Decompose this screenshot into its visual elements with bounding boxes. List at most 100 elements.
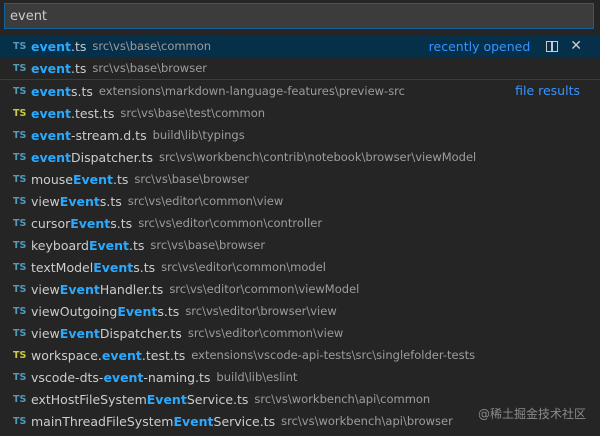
result-row[interactable]: TS event.ts src\vs\base\common recently ope… [0, 35, 600, 57]
result-row[interactable]: TS viewEventHandler.ts src\vs\editor\commo… [0, 278, 600, 300]
typescript-file-icon: TS [13, 217, 27, 229]
filename-match-highlight: event [101, 347, 142, 363]
result-path: src\vs\base\browser [92, 61, 208, 75]
filename-part: Service.ts [186, 391, 249, 407]
filename-match-highlight: Event [117, 303, 158, 319]
filename-match-highlight: Event [93, 259, 134, 275]
filename-part: .test.ts [141, 347, 186, 363]
filename-part: s.ts [133, 259, 156, 275]
filename-part: extHostFileSystem [31, 391, 147, 407]
result-path: src\vs\editor\browser\view [185, 304, 337, 318]
result-filename: viewEventHandler.ts [31, 282, 163, 297]
typescript-file-icon: TS [13, 327, 27, 339]
result-row[interactable]: TS keyboardEvent.ts src\vs\base\browser [0, 234, 600, 256]
filename-match-highlight: Event [59, 193, 100, 209]
typescript-file-icon: TS [13, 261, 27, 273]
filename-part: Handler.ts [99, 281, 164, 297]
typescript-file-icon: TS [13, 415, 27, 427]
recently-opened-label: recently opened [428, 38, 531, 54]
filename-part: s.ts [110, 215, 133, 231]
typescript-file-icon: TS [13, 62, 27, 74]
result-path: src\vs\editor\common\view [127, 194, 284, 208]
filename-part: viewOutgoing [31, 303, 118, 319]
search-input-box[interactable] [4, 3, 594, 29]
result-filename: keyboardEvent.ts [31, 238, 144, 253]
filename-match-highlight: event [103, 369, 144, 385]
result-path: extensions\markdown-language-features\pr… [98, 84, 405, 98]
result-path: src\vs\editor\common\model [161, 260, 326, 274]
result-filename: mainThreadFileSystemEventService.ts [31, 414, 275, 429]
result-row[interactable]: TS viewOutgoingEvents.ts src\vs\editor\bro… [0, 300, 600, 322]
filename-match-highlight: event [31, 83, 71, 99]
result-row[interactable]: TS cursorEvents.ts src\vs\editor\common\co… [0, 212, 600, 234]
result-path: src\vs\workbench\contrib\notebook\browse… [158, 150, 477, 164]
remove-from-recent-icon[interactable]: ✕ [570, 39, 582, 53]
result-filename: eventDispatcher.ts [31, 150, 153, 165]
result-row[interactable]: TS event.ts src\vs\base\browser [0, 57, 600, 79]
filename-match-highlight: Event [72, 171, 113, 187]
result-row[interactable]: TS textModelEvents.ts src\vs\editor\common… [0, 256, 600, 278]
row-actions: recently opened ✕ [429, 35, 582, 57]
watermark-text: @稀土掘金技术社区 [477, 407, 586, 421]
typescript-file-icon: TS [13, 129, 27, 141]
filename-part: Dispatcher.ts [70, 149, 153, 165]
filename-match-highlight: Event [59, 325, 100, 341]
result-path: src\vs\editor\common\view [187, 326, 344, 340]
filename-part: keyboard [31, 237, 89, 253]
result-row[interactable]: TS vscode-dts-event-naming.ts build\lib\es… [0, 366, 600, 388]
typescript-file-icon: TS [13, 40, 27, 52]
result-path: src\vs\workbench\api\browser [281, 414, 453, 428]
result-row[interactable]: TS workspace.event.test.ts extensions\vsco… [0, 344, 600, 366]
filename-part: Dispatcher.ts [99, 325, 182, 341]
open-to-side-icon[interactable] [546, 40, 559, 52]
result-filename: extHostFileSystemEventService.ts [31, 392, 248, 407]
filename-part: view [31, 281, 60, 297]
filename-match-highlight: Event [70, 215, 111, 231]
result-filename: mouseEvent.ts [31, 172, 128, 187]
filename-match-highlight: event [31, 60, 71, 76]
quick-open-widget: TSevent.tssrc\vs\base\commonrecently ope… [0, 0, 600, 436]
typescript-file-icon: TS [13, 349, 27, 361]
result-row[interactable]: TS events.ts extensions\markdown-language-… [0, 79, 600, 102]
filename-part: view [31, 193, 60, 209]
typescript-file-icon: TS [13, 195, 27, 207]
result-path: src\vs\base\browser [150, 238, 266, 252]
filename-part: .ts [70, 38, 87, 54]
result-row[interactable]: TS eventDispatcher.ts src\vs\workbench\con… [0, 146, 600, 168]
typescript-file-icon: TS [13, 85, 27, 97]
filename-match-highlight: Event [173, 413, 214, 429]
result-path: src\vs\workbench\api\common [254, 392, 431, 406]
result-row[interactable]: TS viewEvents.ts src\vs\editor\common\view [0, 190, 600, 212]
filename-part: Service.ts [213, 413, 276, 429]
result-filename: viewEvents.ts [31, 194, 122, 209]
typescript-file-icon: TS [13, 173, 27, 185]
typescript-file-icon: TS [13, 151, 27, 163]
filename-match-highlight: Event [88, 237, 130, 253]
result-path: src\vs\editor\common\controller [138, 216, 323, 230]
filename-part: .ts [113, 171, 129, 187]
result-filename: viewOutgoingEvents.ts [31, 304, 179, 319]
result-path: extensions\vscode-api-tests\src\singlefo… [191, 348, 476, 362]
search-input[interactable] [5, 4, 593, 28]
filename-part: s.ts [157, 303, 180, 319]
filename-part: workspace. [31, 347, 102, 363]
filename-match-highlight: event [31, 127, 71, 143]
result-filename: workspace.event.test.ts [31, 348, 185, 363]
filename-part: .ts [129, 237, 145, 253]
filename-part: .test.ts [70, 105, 115, 121]
result-path: src\vs\editor\common\viewModel [169, 282, 360, 296]
typescript-file-icon: TS [13, 393, 27, 405]
result-filename: cursorEvents.ts [31, 216, 132, 231]
result-path: build\lib\typings [152, 128, 245, 142]
result-row[interactable]: TS event-stream.d.ts build\lib\typings [0, 124, 600, 146]
typescript-file-icon: TS [13, 371, 27, 383]
result-row[interactable]: TS mouseEvent.ts src\vs\base\browser [0, 168, 600, 190]
filename-part: vscode-dts- [31, 369, 104, 385]
filename-match-highlight: event [31, 105, 71, 121]
filename-match-highlight: Event [146, 391, 187, 407]
result-filename: event.ts [31, 39, 86, 54]
filename-part: textModel [31, 259, 94, 275]
result-row[interactable]: TS event.test.ts src\vs\base\test\common [0, 102, 600, 124]
typescript-file-icon: TS [13, 283, 27, 295]
result-row[interactable]: TS viewEventDispatcher.ts src\vs\editor\co… [0, 322, 600, 344]
